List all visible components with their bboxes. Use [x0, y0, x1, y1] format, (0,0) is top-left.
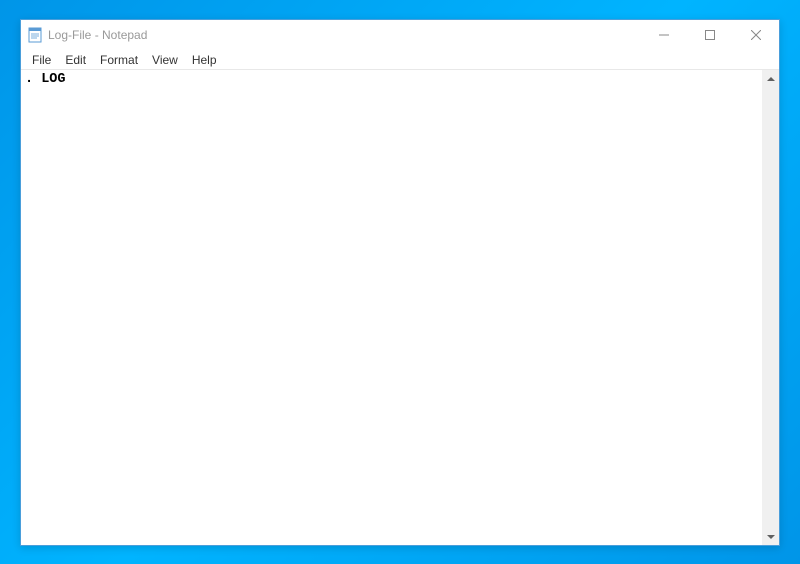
menu-format[interactable]: Format — [93, 51, 145, 69]
titlebar[interactable]: Log-File - Notepad — [21, 20, 779, 50]
window-controls — [641, 20, 779, 50]
scroll-down-button[interactable] — [762, 528, 779, 545]
scrollbar-track[interactable] — [762, 87, 779, 528]
scroll-up-button[interactable] — [762, 70, 779, 87]
notepad-window: Log-File - Notepad File Edit Format View… — [20, 19, 780, 546]
menubar: File Edit Format View Help — [21, 50, 779, 70]
notepad-icon — [27, 27, 43, 43]
editor-area: . LOG — [21, 70, 779, 545]
vertical-scrollbar[interactable] — [762, 70, 779, 545]
menu-file[interactable]: File — [25, 51, 58, 69]
close-button[interactable] — [733, 20, 779, 50]
menu-view[interactable]: View — [145, 51, 185, 69]
menu-edit[interactable]: Edit — [58, 51, 93, 69]
minimize-button[interactable] — [641, 20, 687, 50]
maximize-button[interactable] — [687, 20, 733, 50]
menu-help[interactable]: Help — [185, 51, 224, 69]
window-title: Log-File - Notepad — [48, 20, 641, 50]
text-editor[interactable]: . LOG — [21, 70, 762, 545]
